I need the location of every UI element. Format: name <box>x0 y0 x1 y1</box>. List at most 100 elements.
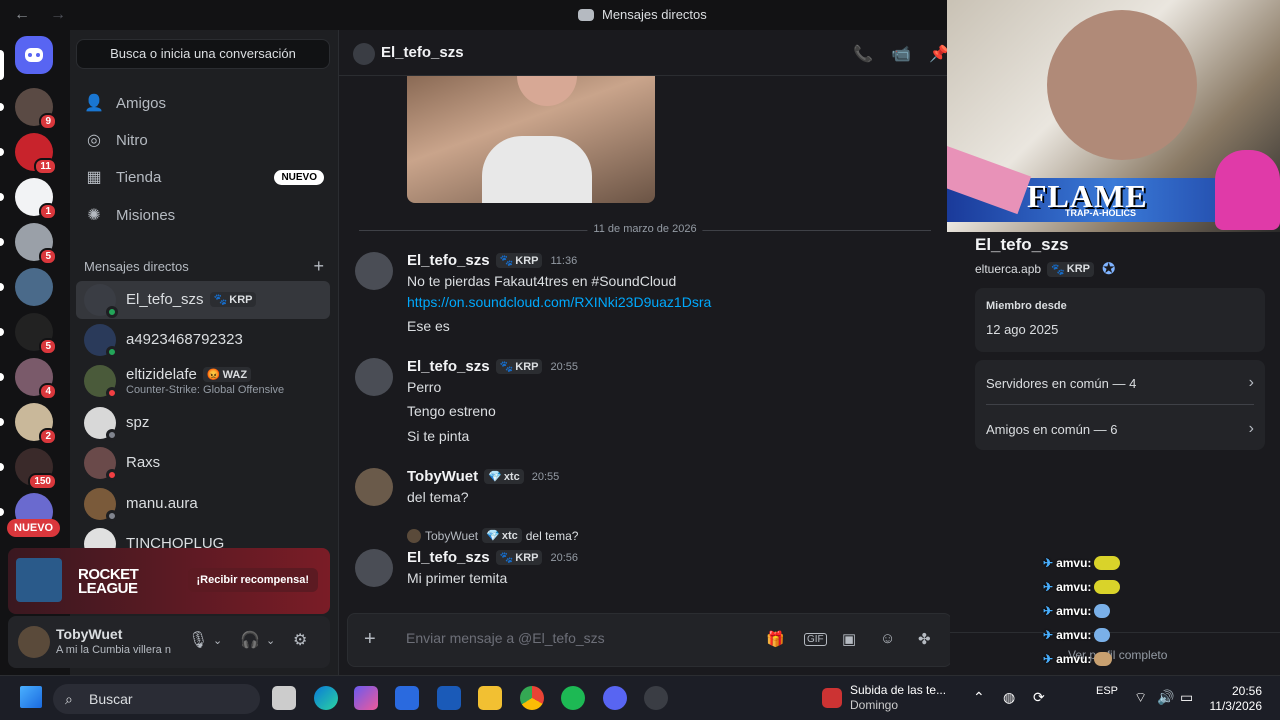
store-icon[interactable] <box>395 686 419 710</box>
plane-icon: ✈ <box>1043 556 1054 570</box>
network-icon[interactable]: ◍ <box>1003 689 1015 706</box>
sticker-icon[interactable]: ▣ <box>842 630 856 648</box>
message-link[interactable]: https://on.soundcloud.com/RXINki23D9uaz1… <box>407 294 711 310</box>
message-author[interactable]: El_tefo_szs <box>407 252 490 269</box>
unread-badge: 5 <box>39 248 57 265</box>
pin-icon[interactable]: 📌 <box>929 44 949 64</box>
video-call-icon[interactable]: 📹 <box>891 44 911 64</box>
chrome-icon[interactable] <box>520 686 544 710</box>
avatar[interactable] <box>355 252 393 290</box>
new-server-badge[interactable]: NUEVO <box>7 519 61 537</box>
message-composer: + 🎁 GIF ▣ ☺ ✤ <box>347 613 952 667</box>
avatar[interactable] <box>18 626 50 658</box>
server-icon[interactable]: 150 <box>15 448 57 490</box>
server-icon[interactable] <box>15 268 53 306</box>
add-attachment-icon[interactable]: + <box>364 628 376 651</box>
mutual-friends-row[interactable]: Amigos en común — 6 › <box>986 420 1254 437</box>
avatar[interactable] <box>355 549 393 587</box>
badge-icon[interactable]: ✪ <box>1102 259 1115 279</box>
avatar[interactable] <box>355 358 393 396</box>
nitro-icon: ◎ <box>87 132 101 149</box>
gift-icon[interactable]: 🎁 <box>766 630 785 648</box>
copilot-icon[interactable] <box>354 686 378 710</box>
task-view-icon[interactable] <box>272 686 296 710</box>
server-icon[interactable]: 4 <box>15 358 57 400</box>
guild-tag[interactable]: 🐾 KRP <box>495 550 543 565</box>
status-indicator <box>106 346 118 358</box>
gear-icon[interactable]: ⚙ <box>293 630 307 650</box>
unread-badge: 1 <box>39 203 57 220</box>
add-dm-icon[interactable]: + <box>313 256 324 277</box>
chevron-up-icon[interactable]: ⌃ <box>973 689 985 706</box>
spotify-icon[interactable] <box>561 686 585 710</box>
reply-reference[interactable]: TobyWuet 💎 xtc del tema? <box>407 528 578 543</box>
new-badge: NUEVO <box>274 169 324 185</box>
server-icon[interactable]: 5 <box>15 313 57 355</box>
gif-icon[interactable]: GIF <box>804 633 827 646</box>
dm-item[interactable]: El_tefo_szs 🐾 KRP <box>76 281 330 319</box>
guild-tag[interactable]: 🐾 KRP <box>495 253 543 268</box>
message-author[interactable]: El_tefo_szs <box>407 358 490 375</box>
folder-icon[interactable] <box>478 686 502 710</box>
avatar <box>84 324 118 358</box>
obs-icon[interactable] <box>644 686 668 710</box>
guild-tag[interactable]: 💎 xtc <box>484 469 524 484</box>
taskbar-notification[interactable]: Subida de las te... Domingo <box>850 683 946 713</box>
sync-icon[interactable]: ⟳ <box>1033 689 1045 706</box>
taskbar-search[interactable]: ⌕ Buscar <box>53 684 260 714</box>
chat-header: El_tefo_szs 📞 📹 📌 <box>339 30 951 76</box>
server-icon[interactable]: 9 <box>15 88 57 130</box>
battery-icon[interactable]: ▭ <box>1180 689 1193 706</box>
overlay-username: amvu: <box>1056 652 1092 666</box>
search-conversation-button[interactable]: Busca o inicia una conversación <box>76 39 330 69</box>
mutual-servers-row[interactable]: Servidores en común — 4 › <box>986 374 1254 391</box>
dm-item[interactable]: eltizidelafe 😡 WAZ Counter-Strike: Global O… <box>76 362 330 400</box>
server-icon[interactable]: 1 <box>15 178 57 220</box>
edge-icon[interactable] <box>314 686 338 710</box>
message-author[interactable]: TobyWuet <box>407 468 478 485</box>
nav-quests[interactable]: ✺ Misiones <box>84 205 324 225</box>
dm-item[interactable]: Raxs <box>76 444 330 482</box>
wifi-icon[interactable]: ⌔ <box>1134 689 1147 707</box>
unread-pill <box>0 283 4 291</box>
unread-pill <box>0 193 4 201</box>
guild-tag[interactable]: 🐾 KRP <box>1047 261 1094 277</box>
windows-start-icon[interactable] <box>20 686 42 708</box>
chevron-down-icon[interactable]: ⌄ <box>213 634 222 647</box>
chat-title[interactable]: El_tefo_szs <box>381 44 464 61</box>
chevron-down-icon[interactable]: ⌄ <box>266 634 275 647</box>
back-arrow-icon[interactable]: ← <box>14 6 36 24</box>
server-icon[interactable]: 5 <box>15 223 57 265</box>
server-icon[interactable]: 11 <box>15 133 57 175</box>
outlook-icon[interactable] <box>437 686 461 710</box>
emoji-icon[interactable]: ☺ <box>880 630 895 647</box>
guild-tag[interactable]: 🐾 KRP <box>495 359 543 374</box>
message-text: Mi primer temita <box>407 570 508 586</box>
message-author[interactable]: El_tefo_szs <box>407 549 490 566</box>
language-indicator[interactable]: ESP <box>1096 685 1118 697</box>
message-input[interactable] <box>406 630 736 646</box>
microphone-icon[interactable]: 🎙 <box>188 630 208 650</box>
chin-shape <box>517 76 577 106</box>
discord-home-button[interactable] <box>15 36 53 74</box>
avatar[interactable] <box>355 468 393 506</box>
discord-taskbar-icon[interactable] <box>603 686 627 710</box>
server-icon[interactable]: 2 <box>15 403 57 445</box>
taskbar-clock[interactable]: 20:56 11/3/2026 <box>1210 684 1263 714</box>
claim-reward-button[interactable]: ¡Recibir recompensa! <box>187 568 318 592</box>
nav-friends[interactable]: 👤 Amigos <box>84 93 324 113</box>
apps-icon[interactable]: ✤ <box>918 630 931 648</box>
dm-item[interactable]: spz <box>76 404 330 442</box>
rocket-league-promo[interactable]: ROCKET LEAGUE ¡Recibir recompensa! <box>8 548 330 614</box>
headphones-icon[interactable]: 🎧 <box>240 630 260 650</box>
image-attachment[interactable] <box>407 76 655 203</box>
dm-item[interactable]: a4923468792323 <box>76 321 330 359</box>
volume-icon[interactable]: 🔊 <box>1157 689 1174 706</box>
divider <box>950 632 1280 633</box>
forward-arrow-icon[interactable]: → <box>50 6 72 24</box>
chevron-right-icon: › <box>1248 374 1254 391</box>
dm-item[interactable]: manu.aura <box>76 485 330 523</box>
nav-shop[interactable]: ▦ Tienda NUEVO <box>84 167 324 187</box>
nav-nitro[interactable]: ◎ Nitro <box>84 130 324 150</box>
phone-call-icon[interactable]: 📞 <box>853 44 873 64</box>
